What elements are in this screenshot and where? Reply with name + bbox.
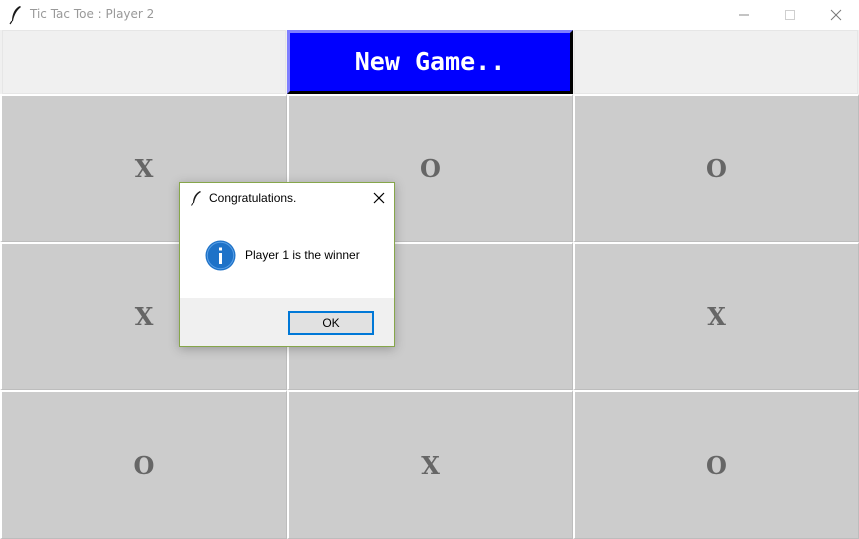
dialog-title: Congratulations. <box>209 191 297 205</box>
board-cell-9[interactable]: O <box>573 390 859 539</box>
toolbar-spacer-left <box>2 30 286 94</box>
info-icon <box>205 240 236 271</box>
board-cell-6[interactable]: X <box>573 242 859 390</box>
new-game-button[interactable]: New Game.. <box>287 30 573 94</box>
board-cell-8[interactable]: X <box>287 390 573 539</box>
board-cell-3[interactable]: O <box>573 94 859 242</box>
feather-icon <box>8 5 24 25</box>
dialog-footer: OK <box>180 298 394 346</box>
window-title: Tic Tac Toe : Player 2 <box>30 7 155 21</box>
toolbar-spacer-right <box>574 30 858 94</box>
close-icon <box>830 9 842 21</box>
maximize-button[interactable] <box>767 0 813 30</box>
maximize-icon <box>785 10 795 20</box>
window-titlebar: Tic Tac Toe : Player 2 <box>0 0 859 30</box>
board-cell-7[interactable]: O <box>0 390 287 539</box>
minimize-button[interactable] <box>721 0 767 30</box>
close-button[interactable] <box>813 0 859 30</box>
ok-button[interactable]: OK <box>288 311 374 335</box>
minimize-icon <box>739 14 749 16</box>
close-icon <box>373 192 385 204</box>
winner-dialog: Congratulations. Player 1 is the winner … <box>179 182 395 347</box>
dialog-close-button[interactable] <box>370 189 388 207</box>
dialog-message: Player 1 is the winner <box>245 248 360 262</box>
feather-icon <box>190 190 202 206</box>
game-board: X O O X X O X O <box>0 94 859 539</box>
window-client-area: New Game.. X O O X X O X O <box>0 30 859 539</box>
